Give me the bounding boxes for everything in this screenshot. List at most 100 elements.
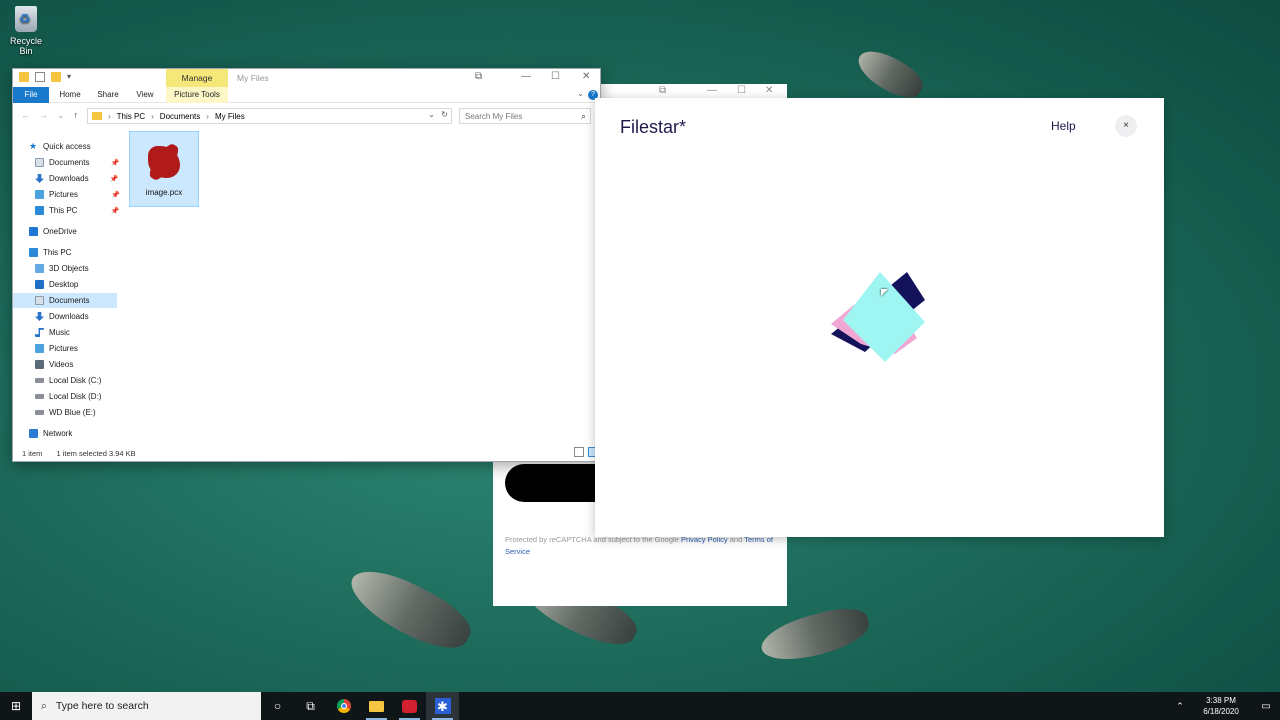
- pin-icon: 📌: [111, 191, 120, 199]
- sidebar-item-pictures-pc[interactable]: Pictures: [35, 341, 78, 356]
- sidebar-item-label: Documents: [49, 158, 90, 167]
- sidebar-item-label: Desktop: [49, 280, 79, 289]
- chrome-taskbar-button[interactable]: [327, 692, 360, 720]
- task-view-icon[interactable]: ⧉: [294, 692, 327, 720]
- search-input[interactable]: Search My Files ⌕: [459, 108, 591, 124]
- filestar-taskbar-button[interactable]: ✱: [426, 692, 459, 720]
- sidebar-item-local-disk-c[interactable]: Local Disk (C:): [35, 373, 101, 388]
- chevron-up-icon[interactable]: ⌃: [1170, 701, 1190, 712]
- breadcrumb-documents[interactable]: Documents: [160, 112, 200, 121]
- recycle-bin-label: Recycle Bin: [9, 36, 42, 56]
- quick-access-toolbar: ▾: [19, 72, 73, 82]
- clock-date: 6/18/2020: [1203, 707, 1239, 716]
- mouse-cursor-icon: [881, 289, 888, 296]
- ribbon-expand-icon[interactable]: ⌄: [577, 89, 584, 98]
- sidebar-item-label: Local Disk (D:): [49, 392, 102, 401]
- sidebar-item-videos[interactable]: Videos: [35, 357, 73, 372]
- documents-icon: [35, 158, 44, 167]
- sidebar-item-this-pc-quick[interactable]: This PC 📌: [35, 203, 119, 218]
- sidebar-item-pictures[interactable]: Pictures 📌: [35, 187, 120, 202]
- pictures-icon: [35, 344, 44, 353]
- dolphin-1: [851, 42, 929, 106]
- chevron-down-icon[interactable]: ▾: [67, 72, 73, 82]
- recaptcha-notice: Protected by reCAPTCHA and subject to th…: [505, 534, 775, 558]
- file-name: image.pcx: [145, 188, 183, 197]
- sidebar-item-documents-selected[interactable]: Documents: [13, 293, 117, 308]
- details-view-icon[interactable]: [574, 447, 584, 457]
- search-icon: ⌕: [580, 111, 586, 121]
- sidebar-item-quick-access[interactable]: ★ Quick access: [29, 139, 91, 154]
- filestar-logo-icon: [831, 272, 925, 362]
- file-list: image.pcx: [129, 131, 600, 446]
- taskbar: ⊞ ⌕ Type here to search ○ ⧉ ✱ ⌃ 3:38 PM …: [0, 692, 1280, 720]
- taskbar-search-placeholder: Type here to search: [55, 700, 149, 712]
- sidebar-item-label: WD Blue (E:): [49, 408, 96, 417]
- recycle-bin[interactable]: Recycle Bin: [4, 6, 48, 56]
- help-link[interactable]: Help: [1051, 119, 1076, 133]
- cortana-icon[interactable]: ○: [261, 692, 294, 720]
- folder-icon: [92, 112, 102, 120]
- sidebar-item-onedrive[interactable]: OneDrive: [29, 224, 77, 239]
- chrome-icon: [336, 699, 351, 713]
- status-bar: 1 item 1 item selected 3.94 KB: [13, 445, 600, 461]
- item-count: 1 item: [22, 448, 43, 458]
- sidebar-item-local-disk-d[interactable]: Local Disk (D:): [35, 389, 101, 404]
- sidebar-item-documents[interactable]: Documents 📌: [35, 155, 119, 170]
- selection-status: 1 item selected 3.94 KB: [56, 449, 135, 458]
- refresh-icon[interactable]: ↻: [441, 110, 448, 119]
- sidebar-item-downloads[interactable]: Downloads 📌: [35, 171, 119, 186]
- sidebar-item-label: This PC: [43, 248, 72, 257]
- tab-view[interactable]: View: [131, 87, 159, 103]
- snap-icon[interactable]: ⧉: [475, 71, 482, 82]
- address-bar[interactable]: › This PC › Documents › My Files ⌄ ↻: [87, 108, 452, 124]
- minimize-icon[interactable]: —: [707, 85, 717, 96]
- sidebar-item-wd-blue[interactable]: WD Blue (E:): [35, 405, 96, 420]
- taskbar-search-input[interactable]: ⌕ Type here to search: [32, 692, 261, 720]
- red-app-taskbar-button[interactable]: [393, 692, 426, 720]
- filestar-window: Filestar* Help ×: [595, 98, 1164, 537]
- service-link[interactable]: Service: [505, 547, 530, 556]
- up-icon[interactable]: ↑: [74, 110, 79, 121]
- sidebar-item-3d-objects[interactable]: 3D Objects: [35, 261, 89, 276]
- start-button[interactable]: ⊞: [0, 692, 32, 720]
- sidebar-item-downloads-pc[interactable]: Downloads: [35, 309, 89, 324]
- sidebar-item-network[interactable]: Network: [29, 426, 72, 441]
- videos-icon: [35, 360, 44, 369]
- notification-icon[interactable]: ▭: [1252, 701, 1280, 712]
- tab-home[interactable]: Home: [55, 87, 85, 103]
- maximize-icon[interactable]: ☐: [737, 85, 746, 96]
- file-explorer-taskbar-button[interactable]: [360, 692, 393, 720]
- close-button[interactable]: ✕: [582, 71, 590, 82]
- back-icon[interactable]: ←: [21, 110, 30, 121]
- sidebar-item-desktop[interactable]: Desktop: [35, 277, 78, 292]
- network-icon: [29, 429, 38, 438]
- breadcrumb-my-files[interactable]: My Files: [215, 112, 245, 121]
- file-item[interactable]: image.pcx: [129, 131, 199, 207]
- close-button[interactable]: ×: [1115, 115, 1137, 137]
- tab-file[interactable]: File: [13, 87, 49, 103]
- recent-locations-icon[interactable]: ⌄: [57, 110, 65, 121]
- sidebar-item-music[interactable]: Music: [35, 325, 70, 340]
- breadcrumb-this-pc[interactable]: This PC: [117, 112, 145, 121]
- file-explorer-icon: [369, 700, 384, 712]
- minimize-button[interactable]: —: [521, 71, 531, 82]
- properties-icon[interactable]: [35, 72, 45, 82]
- sidebar-item-this-pc[interactable]: This PC: [29, 245, 71, 260]
- chevron-down-icon[interactable]: ⌄: [428, 110, 435, 119]
- forward-icon[interactable]: →: [39, 110, 48, 121]
- close-icon[interactable]: ✕: [765, 85, 773, 96]
- system-tray: ⌃ 3:38 PM 6/18/2020 ▭: [1170, 692, 1280, 720]
- sidebar-item-label: Pictures: [49, 344, 78, 353]
- sidebar-item-label: Videos: [49, 360, 74, 369]
- explorer-titlebar: ▾ Manage My Files ⧉ — ☐ ✕: [13, 69, 600, 87]
- maximize-button[interactable]: ☐: [551, 71, 560, 82]
- tab-share[interactable]: Share: [93, 87, 123, 103]
- search-icon: ⌕: [41, 699, 47, 712]
- new-folder-icon[interactable]: [51, 72, 61, 82]
- tab-picture-tools[interactable]: Picture Tools: [166, 87, 228, 103]
- drive-icon: [35, 394, 44, 399]
- manage-tab[interactable]: Manage: [166, 69, 228, 87]
- sidebar-item-label: Local Disk (C:): [49, 376, 102, 385]
- downloads-icon: [35, 174, 44, 183]
- clock[interactable]: 3:38 PM 6/18/2020: [1190, 695, 1252, 717]
